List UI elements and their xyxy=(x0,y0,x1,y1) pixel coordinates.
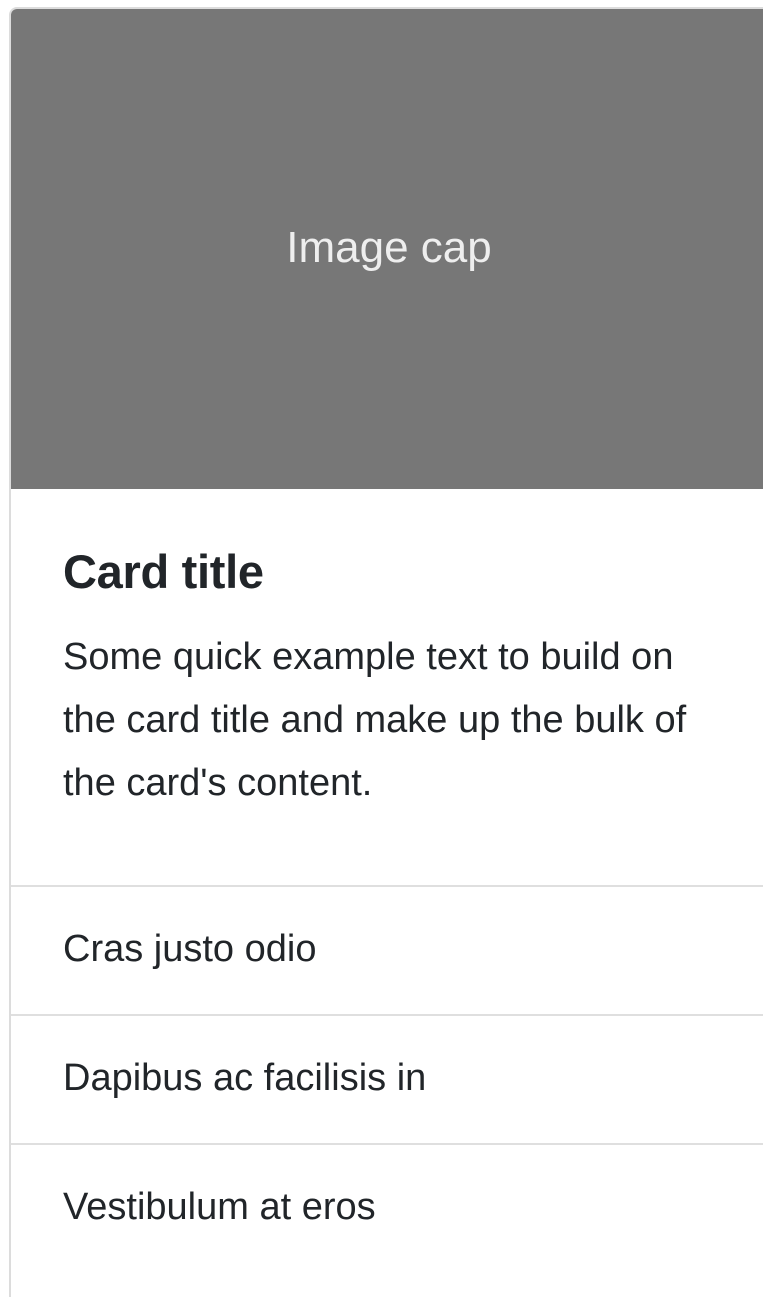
list-item-label: Dapibus ac facilisis in xyxy=(63,1057,427,1099)
list-item: Dapibus ac facilisis in xyxy=(11,1014,763,1143)
list-item-label: Cras justo odio xyxy=(63,928,317,970)
list-item: Cras justo odio xyxy=(11,885,763,1014)
card-list-group: Cras justo odio Dapibus ac facilisis in … xyxy=(11,885,763,1272)
list-item: Vestibulum at eros xyxy=(11,1143,763,1272)
image-cap-label: Image cap xyxy=(286,223,492,272)
card-title: Card title xyxy=(63,545,264,598)
card: Image cap Card title Some quick example … xyxy=(9,7,763,1297)
card-text: Some quick example text to build on the … xyxy=(63,636,687,805)
card-image-cap: Image cap xyxy=(11,9,763,489)
card-body: Card title Some quick example text to bu… xyxy=(11,489,763,885)
list-item-label: Vestibulum at eros xyxy=(63,1186,376,1228)
